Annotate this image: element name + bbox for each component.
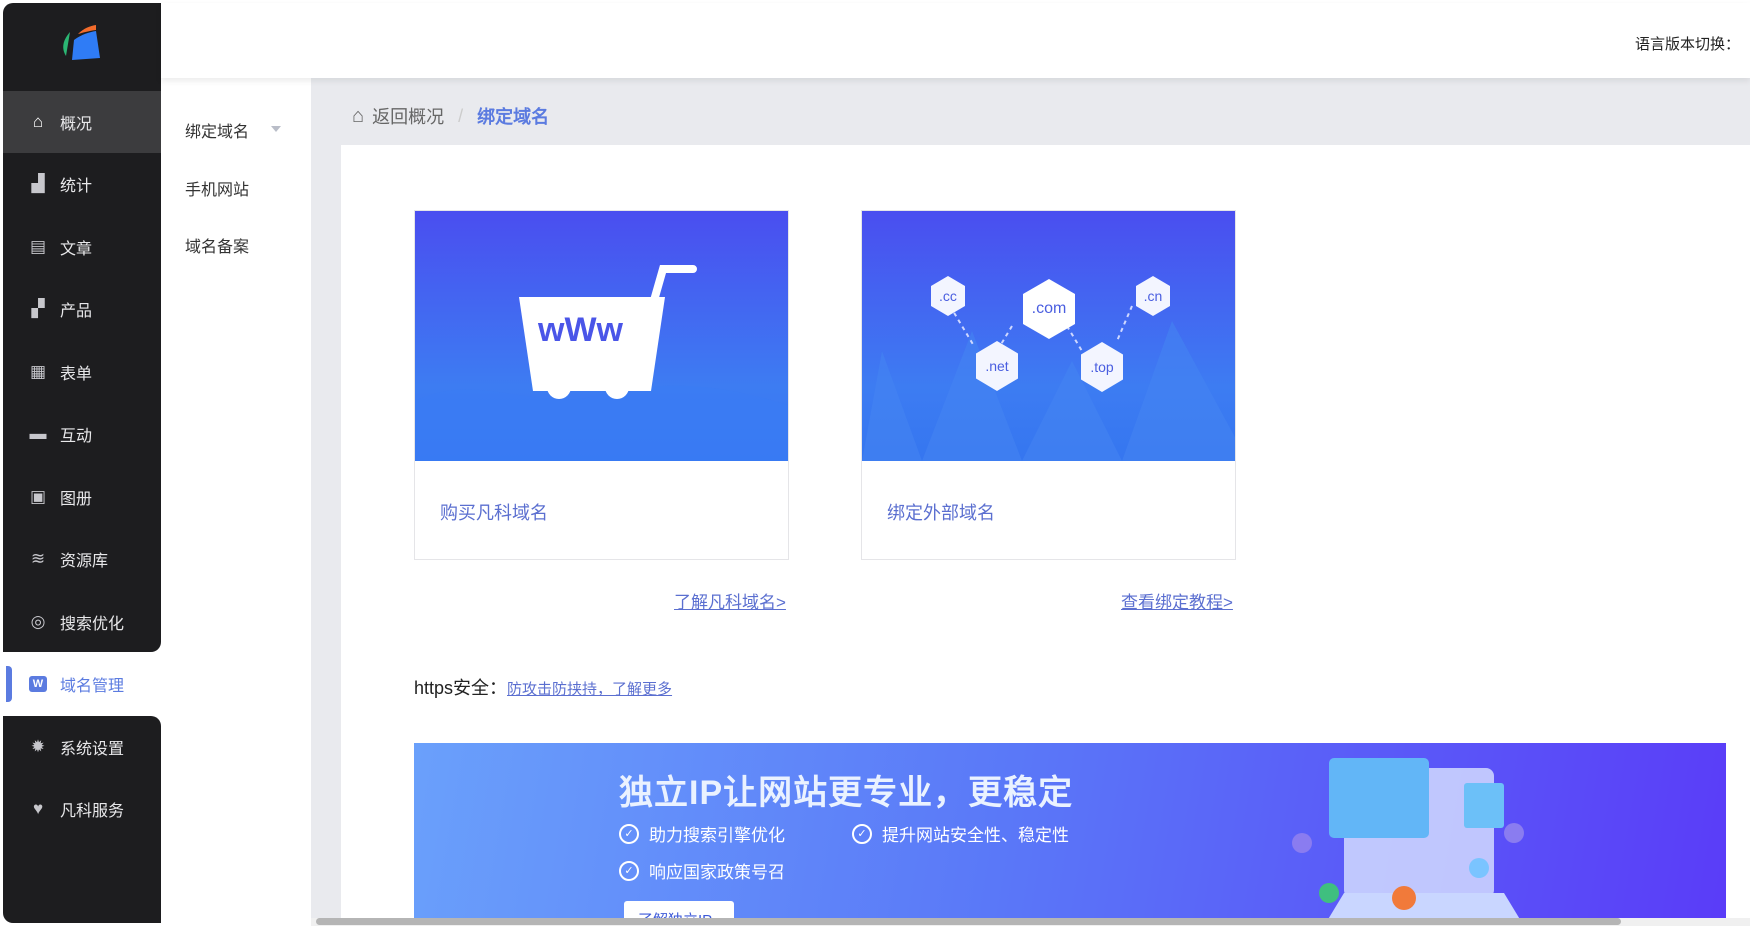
heart-icon: ♥ [32, 799, 44, 818]
sidebar-item-label: 概况 [60, 116, 93, 133]
banner-feature: ✓ 助力搜索引擎优化 [619, 821, 785, 846]
sidebar-item-album[interactable]: ▣ 图册 [3, 466, 161, 528]
language-switch-label[interactable]: 语言版本切换： [1635, 33, 1740, 54]
submenu: 绑定域名 手机网站 域名备案 [161, 78, 311, 926]
sidebar-item-label: 统计 [60, 178, 93, 195]
domain-icon: W [28, 674, 48, 694]
laptop-illustration [1292, 758, 1524, 926]
sidebar-item-label: 产品 [60, 303, 93, 320]
sidebar-item-stats[interactable]: ▟ 统计 [3, 153, 161, 215]
shopping-cart-illustration: wWw [415, 211, 788, 461]
home-icon: ⌂ [32, 112, 44, 131]
chat-icon: ▬ [29, 424, 47, 443]
submenu-domain-filing[interactable]: 域名备案 [185, 233, 249, 257]
sidebar-item-label: 搜索优化 [60, 616, 125, 633]
banner-feature: ✓ 响应国家政策号召 [619, 858, 785, 883]
form-icon: ▦ [29, 362, 47, 381]
caret-down-icon[interactable] [271, 126, 281, 137]
chart-icon: ▟ [31, 174, 45, 193]
sidebar-item-label: 图册 [60, 491, 93, 508]
gear-icon: ✹ [30, 737, 46, 756]
https-row: https安全：防攻击防挟持，了解更多 [414, 674, 672, 700]
sidebar-item-label: 系统设置 [60, 741, 125, 758]
card-label: 购买凡科域名 [440, 503, 548, 523]
sidebar-item-domain[interactable]: W 域名管理 [3, 653, 161, 715]
domain-hex-illustration: .cc .com .cn .net .top [862, 211, 1235, 461]
sidebar-item-interaction[interactable]: ▬ 互动 [3, 403, 161, 465]
sidebar-item-label: 域名管理 [60, 678, 125, 695]
database-icon: ≋ [30, 549, 46, 568]
sidebar-item-label: 表单 [60, 366, 93, 383]
breadcrumb-back[interactable]: 返回概况 [372, 103, 444, 129]
sidebar-item-label: 凡科服务 [60, 803, 125, 820]
breadcrumb-current: 绑定域名 [477, 107, 550, 127]
dedicated-ip-banner[interactable]: 独立IP让网站更专业，更稳定 ✓ 助力搜索引擎优化 ✓ 提升网站安全性、稳定性 ✓ 响… [414, 743, 1726, 926]
submenu-mobile-site[interactable]: 手机网站 [185, 176, 249, 200]
sidebar-item-forms[interactable]: ▦ 表单 [3, 341, 161, 403]
learn-domain-link[interactable]: 了解凡科域名> [674, 588, 786, 613]
active-indicator [6, 666, 12, 702]
product-icon: ▞ [31, 299, 45, 318]
logo-icon[interactable] [58, 22, 104, 68]
album-icon: ▣ [29, 487, 47, 506]
sidebar-item-articles[interactable]: ▤ 文章 [3, 216, 161, 278]
sidebar-item-label: 资源库 [60, 553, 109, 570]
home-icon[interactable]: ⌂ [352, 105, 364, 128]
sidebar-item-label: 互动 [60, 428, 93, 445]
article-icon: ▤ [29, 237, 47, 256]
bind-tutorial-link[interactable]: 查看绑定教程> [1121, 588, 1233, 613]
sidebar-item-settings[interactable]: ✹ 系统设置 [3, 716, 161, 778]
https-learn-more-link[interactable]: 防攻击防挟持，了解更多 [507, 681, 672, 698]
horizontal-scrollbar[interactable] [311, 918, 1750, 926]
check-circle-icon: ✓ [852, 823, 872, 844]
check-circle-icon: ✓ [619, 823, 639, 844]
sidebar-item-overview[interactable]: ⌂ 概况 [3, 91, 161, 153]
submenu-bind-domain[interactable]: 绑定域名 [185, 118, 249, 142]
check-circle-icon: ✓ [619, 860, 639, 881]
seo-icon: ◎ [30, 612, 46, 631]
breadcrumb: ⌂ 返回概况 / 绑定域名 [352, 103, 549, 129]
www-text: wWw [538, 311, 623, 349]
sidebar-item-products[interactable]: ▞ 产品 [3, 278, 161, 340]
bind-external-domain-card[interactable]: .cc .com .cn .net .top 绑定外部域名 [861, 210, 1236, 560]
banner-feature: ✓ 提升网站安全性、稳定性 [852, 821, 1069, 846]
sidebar-item-label: 文章 [60, 241, 93, 258]
breadcrumb-separator: / [458, 105, 464, 126]
card-label: 绑定外部域名 [887, 503, 995, 523]
banner-title: 独立IP让网站更专业，更稳定 [619, 774, 1074, 812]
top-header: 语言版本切换： [161, 3, 1750, 78]
buy-domain-card[interactable]: wWw 购买凡科域名 [414, 210, 789, 560]
https-label: https安全： [414, 678, 508, 698]
sidebar-item-resources[interactable]: ≋ 资源库 [3, 528, 161, 590]
scrollbar-thumb[interactable] [316, 918, 1621, 925]
sidebar-item-service[interactable]: ♥ 凡科服务 [3, 778, 161, 840]
sidebar-item-seo[interactable]: ◎ 搜索优化 [3, 591, 161, 653]
